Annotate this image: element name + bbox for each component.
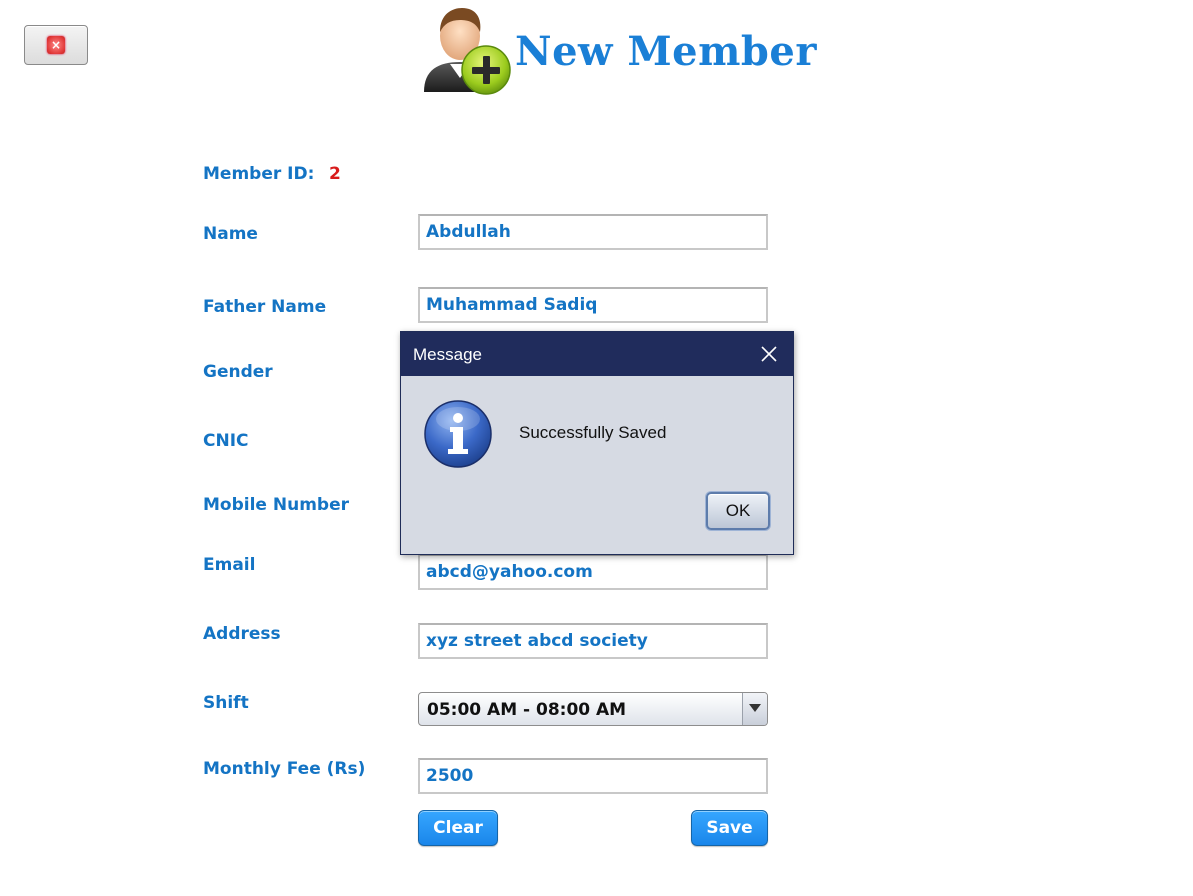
save-button[interactable]: Save xyxy=(691,810,768,846)
add-user-icon xyxy=(424,8,511,95)
member-id-label: Member ID: xyxy=(203,164,315,184)
shift-selected-value: 05:00 AM - 08:00 AM xyxy=(427,700,627,720)
address-field[interactable]: xyz street abcd society xyxy=(418,623,768,659)
shift-select[interactable]: 05:00 AM - 08:00 AM xyxy=(418,692,768,726)
monthly-fee-label: Monthly Fee (Rs) xyxy=(203,759,366,779)
name-field[interactable]: Abdullah xyxy=(418,214,768,250)
email-label: Email xyxy=(203,555,256,575)
message-dialog: Message Successfully Saved OK xyxy=(400,331,794,555)
cnic-label: CNIC xyxy=(203,431,249,451)
member-id-value: 2 xyxy=(329,164,341,184)
email-field[interactable]: abcd@yahoo.com xyxy=(418,554,768,590)
close-icon: × xyxy=(47,36,65,54)
chevron-down-icon[interactable] xyxy=(742,693,767,725)
monthly-fee-field[interactable]: 2500 xyxy=(418,758,768,794)
dialog-title: Message xyxy=(413,345,482,364)
page-title: New Member xyxy=(515,28,817,75)
clear-button[interactable]: Clear xyxy=(418,810,498,846)
mobile-number-label: Mobile Number xyxy=(203,495,349,515)
shift-label: Shift xyxy=(203,693,249,713)
dialog-message: Successfully Saved xyxy=(519,423,667,442)
ok-button[interactable]: OK xyxy=(706,492,770,530)
dialog-titlebar[interactable]: Message xyxy=(401,332,793,376)
new-member-window: × New Member Member ID: 2 Name Abdullah … xyxy=(0,0,1193,896)
name-label: Name xyxy=(203,224,258,244)
close-button[interactable]: × xyxy=(24,25,88,65)
address-label: Address xyxy=(203,624,281,644)
father-name-field[interactable]: Muhammad Sadiq xyxy=(418,287,768,323)
close-icon[interactable] xyxy=(759,344,779,364)
father-name-label: Father Name xyxy=(203,297,327,317)
info-icon xyxy=(424,400,492,468)
gender-label: Gender xyxy=(203,362,273,382)
